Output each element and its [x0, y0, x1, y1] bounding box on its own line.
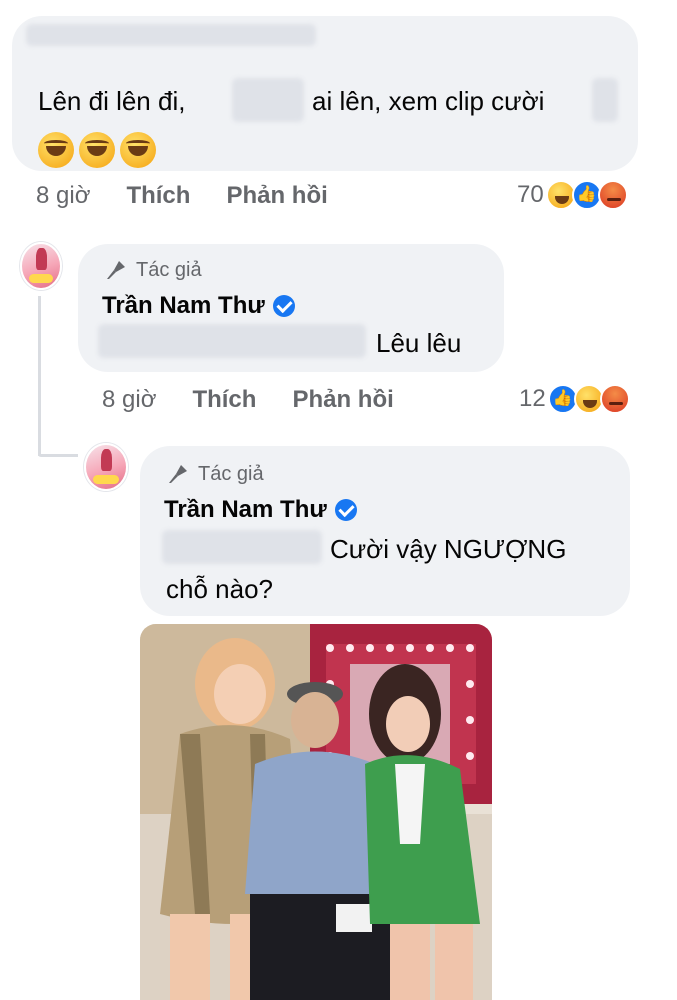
reaction-count: 12 [519, 385, 546, 412]
blurred-mention [162, 530, 322, 564]
author-tag-label: Tác giả [198, 462, 264, 485]
reply-bubble: Tác giả Trần Nam Thư Cười vậy NGƯỢNG chỗ… [140, 446, 630, 616]
blurred-commenter-name [26, 24, 316, 46]
microphone-icon [169, 465, 187, 483]
comment-text-start: Lên đi lên đi, [38, 86, 186, 116]
like-button[interactable]: Thích [126, 182, 190, 210]
reply-text: Lêu lêu [376, 328, 462, 358]
reply-time: 8 giờ [102, 386, 157, 413]
angry-reaction-icon [597, 180, 628, 210]
like-button[interactable]: Thích [192, 386, 256, 414]
comment-bubble: Lên đi lên đi, ai lên, xem clip cười [12, 16, 638, 171]
blurred-mention [232, 78, 304, 122]
emoji-row [38, 132, 156, 168]
reply-button[interactable]: Phản hồi [226, 182, 327, 210]
author-avatar[interactable] [84, 443, 128, 491]
rofl-emoji-icon [79, 132, 115, 168]
comment-time: 8 giờ [36, 182, 91, 209]
author-tag-label: Tác giả [136, 258, 202, 281]
blurred-text [592, 78, 618, 122]
verified-badge-icon [272, 295, 295, 317]
author-avatar[interactable] [20, 242, 62, 290]
author-name[interactable]: Trần Nam Thư [102, 292, 295, 320]
comment-text-end: ai lên, xem clip cười [312, 86, 545, 116]
rofl-emoji-icon [38, 132, 74, 168]
reply-text-line2: chỗ nào? [166, 574, 273, 604]
reply-bubble: Tác giả Trần Nam Thư Lêu lêu [78, 244, 504, 372]
attached-photo[interactable] [140, 624, 492, 1000]
verified-badge-icon [334, 499, 357, 521]
reply-actions: 8 giờ Thích Phản hồi [102, 386, 430, 414]
reactions-summary[interactable]: 12 👍 [519, 384, 630, 414]
thread-line [38, 296, 41, 456]
thread-line [38, 454, 78, 457]
author-name-text: Trần Nam Thư [164, 496, 327, 523]
reaction-count: 70 [517, 181, 544, 208]
author-badge: Tác giả [166, 462, 264, 486]
blurred-mention [98, 324, 366, 358]
reactions-summary[interactable]: 70 👍 [517, 180, 628, 210]
reply-button[interactable]: Phản hồi [292, 386, 393, 414]
comment-actions: 8 giờ Thích Phản hồi [36, 182, 364, 210]
author-name-text: Trần Nam Thư [102, 292, 265, 319]
author-name[interactable]: Trần Nam Thư [164, 496, 357, 524]
reply-text-line1: Cười vậy NGƯỢNG [330, 534, 567, 564]
rofl-emoji-icon [120, 132, 156, 168]
photo-image [140, 624, 492, 1000]
microphone-icon [107, 261, 125, 279]
author-badge: Tác giả [104, 258, 202, 282]
angry-reaction-icon [599, 384, 630, 414]
